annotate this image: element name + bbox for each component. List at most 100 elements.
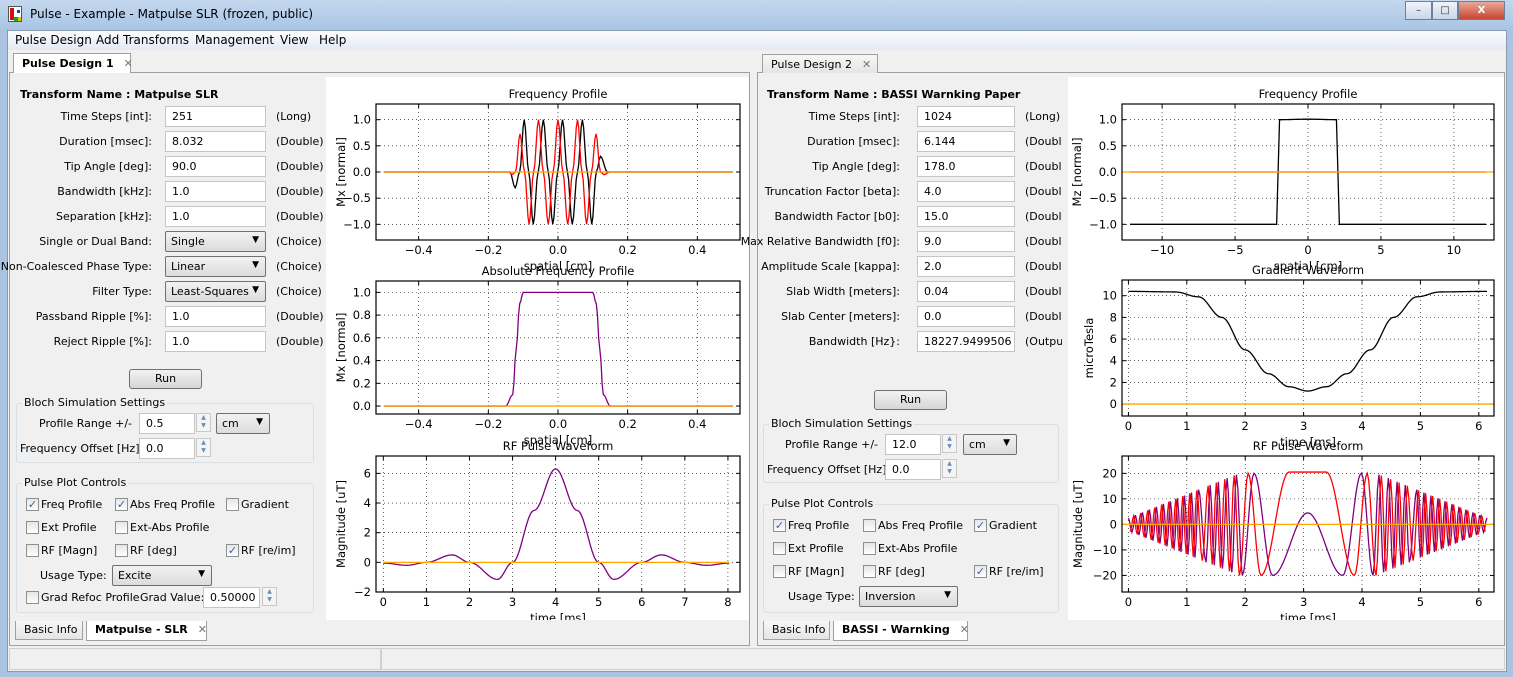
field-input[interactable]: 15.0: [917, 206, 1015, 227]
x-tick-label: 0: [1125, 595, 1132, 609]
field-select[interactable]: Least-Squares ▼: [165, 281, 266, 302]
field-select[interactable]: Linear ▼: [165, 256, 266, 277]
frequency-offset-input[interactable]: 0.0: [885, 459, 941, 480]
checkbox[interactable]: ✓: [226, 544, 239, 557]
profile-range-input[interactable]: 0.5: [139, 413, 195, 434]
checkbox[interactable]: ✓: [974, 565, 987, 578]
field-label: Duration [msec]:: [59, 135, 152, 148]
grad-value-spinner[interactable]: ▲ ▼: [262, 587, 277, 606]
checkbox[interactable]: ✓: [773, 519, 786, 532]
field-input[interactable]: 8.032: [165, 131, 266, 152]
profile-range-spinner[interactable]: ▲ ▼: [196, 413, 211, 432]
maximize-button[interactable]: □: [1432, 1, 1458, 20]
profile-range-spinner[interactable]: ▲ ▼: [942, 434, 957, 453]
close-tab-icon[interactable]: ✕: [960, 623, 969, 636]
field-input[interactable]: 9.0: [917, 231, 1015, 252]
tab-pulse-design-1[interactable]: Pulse Design 1 ✕: [13, 53, 133, 73]
checkbox[interactable]: [863, 519, 876, 532]
checkbox[interactable]: ✓: [115, 498, 128, 511]
frequency-offset-spinner[interactable]: ▲ ▼: [196, 438, 211, 457]
field-input[interactable]: 6.144: [917, 131, 1015, 152]
minimize-button[interactable]: –: [1405, 1, 1432, 20]
bottom-tab-matpulse-slr[interactable]: Matpulse - SLR ✕: [86, 621, 207, 641]
menu-help[interactable]: Help: [319, 33, 346, 47]
field-input[interactable]: 178.0: [917, 156, 1015, 177]
close-button[interactable]: X: [1458, 1, 1505, 20]
tab-pulse-design-2[interactable]: Pulse Design 2 ✕: [762, 54, 878, 73]
checkbox[interactable]: [26, 521, 39, 534]
checkbox[interactable]: [773, 542, 786, 555]
checkbox[interactable]: ✓: [974, 519, 987, 532]
usage-type-select[interactable]: Inversion ▼: [859, 586, 958, 607]
x-tick-label: 6: [1475, 419, 1482, 433]
checkbox[interactable]: [26, 544, 39, 557]
transform-name: Transform Name : Matpulse SLR: [20, 88, 219, 101]
chevron-down-icon: ▼: [256, 417, 263, 427]
grad-refoc-checkbox[interactable]: [26, 591, 39, 604]
x-tick-label: 0.4: [688, 417, 706, 431]
field-input[interactable]: 251: [165, 106, 266, 127]
y-tick-label: 6: [364, 466, 371, 480]
field-type: (Double): [276, 185, 324, 198]
field-input[interactable]: 4.0: [917, 181, 1015, 202]
x-tick-label: 3: [1300, 419, 1307, 433]
chart: −0.4 −0.2 0.0 0.2 0.4 0.0 0.2 0.4 0.6 0.8 1.0 Absol…: [334, 264, 741, 447]
usage-type-label: Usage Type:: [788, 590, 855, 603]
frequency-offset-spinner[interactable]: ▲ ▼: [942, 459, 957, 478]
checkbox-label: Ext Profile: [41, 521, 97, 534]
checkbox[interactable]: [226, 498, 239, 511]
profile-unit-select[interactable]: cm ▼: [963, 434, 1017, 455]
y-axis-label: Mx [normal]: [334, 137, 348, 207]
field-input[interactable]: 1.0: [165, 331, 266, 352]
field-type: (Double: [1025, 135, 1062, 148]
checkbox[interactable]: [115, 544, 128, 557]
bottom-tab-basic-info[interactable]: Basic Info: [15, 621, 83, 640]
field-input[interactable]: 18227.9499506: [917, 331, 1015, 352]
y-tick-label: 0.5: [353, 139, 371, 153]
checkbox[interactable]: [863, 565, 876, 578]
y-tick-label: 6: [1110, 332, 1117, 346]
checkbox[interactable]: [863, 542, 876, 555]
field-type: (Long): [276, 110, 312, 123]
field-input[interactable]: 0.04: [917, 281, 1015, 302]
field-input[interactable]: 90.0: [165, 156, 266, 177]
checkbox[interactable]: [773, 565, 786, 578]
grad-value-input[interactable]: 0.50000: [203, 587, 260, 608]
field-input[interactable]: 0.0: [917, 306, 1015, 327]
run-button[interactable]: Run: [874, 390, 947, 410]
frequency-offset-label: Frequency Offset [Hz]: [20, 442, 140, 455]
frequency-offset-input[interactable]: 0.0: [139, 438, 195, 459]
field-type: (Choice): [276, 260, 322, 273]
profile-unit-select[interactable]: cm ▼: [216, 413, 270, 434]
x-tick-label: 6: [1475, 595, 1482, 609]
close-tab-icon[interactable]: ✕: [198, 623, 207, 636]
close-tab-icon[interactable]: ✕: [124, 57, 133, 70]
x-tick-label: 10: [1447, 243, 1462, 257]
usage-type-select[interactable]: Excite ▼: [112, 565, 212, 586]
frequency-offset-label: Frequency Offset [Hz]: [767, 463, 887, 476]
menu-pulse-design[interactable]: Pulse Design: [15, 33, 92, 47]
field-input[interactable]: 1.0: [165, 306, 266, 327]
close-tab-icon[interactable]: ✕: [862, 58, 871, 71]
bottom-tab-bassi-warnking[interactable]: BASSI - Warnking ✕: [833, 621, 969, 641]
field-type: (Double: [1025, 185, 1062, 198]
field-select[interactable]: Single ▼: [165, 231, 266, 252]
field-input[interactable]: 1.0: [165, 181, 266, 202]
field-type: (Output: [1025, 335, 1062, 348]
y-tick-label: 0.0: [1099, 165, 1117, 179]
x-tick-label: 8: [724, 595, 731, 609]
menu-add-transforms[interactable]: Add Transforms: [96, 33, 189, 47]
field-input[interactable]: 1024: [917, 106, 1015, 127]
menu-management[interactable]: Management: [195, 33, 274, 47]
profile-range-input[interactable]: 12.0: [885, 434, 941, 455]
checkbox[interactable]: [115, 521, 128, 534]
run-button[interactable]: Run: [129, 369, 202, 389]
field-input[interactable]: 1.0: [165, 206, 266, 227]
checkbox-label: Freq Profile: [788, 519, 850, 532]
bottom-tab-basic-info[interactable]: Basic Info: [763, 621, 830, 640]
checkbox[interactable]: ✓: [26, 498, 39, 511]
chevron-down-icon: ▼: [944, 590, 951, 600]
field-input[interactable]: 2.0: [917, 256, 1015, 277]
menu-view[interactable]: View: [280, 33, 308, 47]
field-label: Max Relative Bandwidth [f0]:: [740, 235, 900, 248]
